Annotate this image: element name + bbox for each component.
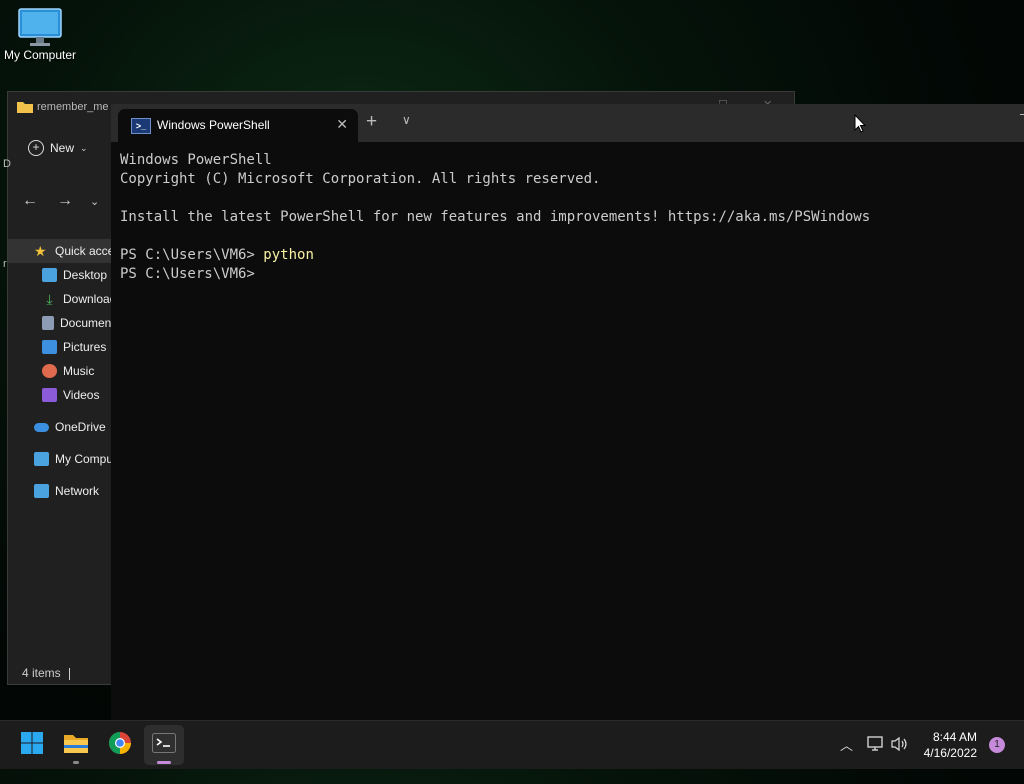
prompt: PS C:\Users\VM6> [120,247,264,263]
cloud-icon [34,422,49,432]
clock-time: 8:44 AM [932,730,977,744]
terminal-prompt-line: PS C:\Users\VM6> python [120,246,1016,265]
sidebar-item-label: OneDrive [55,420,106,434]
powershell-icon: >_ [131,118,151,134]
terminal-line: Windows PowerShell [120,152,272,168]
start-button[interactable] [12,725,52,765]
taskbar-clock[interactable]: 8:44 AM 4/16/2022 [924,729,977,761]
computer-icon [34,452,49,466]
command-text: python [263,247,314,263]
tab-windows-powershell[interactable]: >_ Windows PowerShell ✕ [118,109,358,142]
notification-badge[interactable]: 1 [989,737,1005,753]
forward-arrow-icon[interactable]: → [57,192,73,210]
sidebar-item-music[interactable]: Music [8,359,112,383]
sidebar-item-label: Downloads [63,292,112,306]
terminal-output[interactable]: Windows PowerShell Copyright (C) Microso… [120,151,1016,284]
pictures-icon [42,340,57,354]
volume-icon[interactable] [891,736,909,784]
terminal-line: Copyright (C) Microsoft Corporation. All… [120,171,601,187]
taskbar-chrome[interactable] [100,725,140,765]
back-arrow-icon[interactable]: ← [22,192,38,210]
download-icon: ⤓ [46,291,53,307]
sidebar-item-label: Desktop [63,268,108,282]
sidebar-item-network[interactable]: Network [8,479,112,503]
new-tab-plus-icon[interactable]: + [366,112,377,132]
folder-icon [17,100,33,113]
plus-icon: + [28,140,44,156]
network-icon [34,484,49,498]
new-button-label: New [50,141,75,155]
sidebar-item-label: Pictures [63,340,107,354]
sidebar-item-my-computer[interactable]: My Computer [8,447,112,471]
desktop-icon-my-computer[interactable]: My Computer [0,8,80,62]
chrome-icon [108,731,132,760]
running-indicator [73,761,79,764]
windows-terminal-window[interactable]: >_ Windows PowerShell ✕ + ∨ Windows Powe… [111,104,1024,720]
document-icon [42,316,54,330]
sidebar-item-label: Network [55,484,100,498]
sidebar-item-videos[interactable]: Videos [8,383,112,407]
mouse-cursor-icon [854,113,867,138]
tab-title: Windows PowerShell [157,118,270,132]
sidebar-item-label: Documents [60,316,112,330]
file-explorer-icon [63,732,89,759]
sidebar-item-label: Videos [63,388,100,402]
sidebar-item-label: My Computer [55,452,112,466]
item-count: 4 items [22,666,61,680]
sidebar-item-label: Music [63,364,95,378]
show-hidden-icons-chevron-icon[interactable]: ︿ [840,735,853,783]
desktop-folder-icon [42,268,57,282]
sidebar-item-label: Quick access [55,244,112,258]
chevron-down-icon[interactable]: ∨ [402,113,411,127]
recent-chevron-icon[interactable]: ⌄ [90,195,99,208]
truncated-text: D [3,158,11,170]
status-divider [68,667,70,680]
videos-icon [42,388,57,402]
terminal-prompt-line[interactable]: PS C:\Users\VM6> [120,265,1016,284]
sidebar-item-quick-access[interactable]: ★ Quick access [8,239,112,263]
active-indicator [157,761,171,764]
close-tab-icon[interactable]: ✕ [336,116,348,133]
explorer-nav: ← → ⌄ [8,188,118,218]
new-button[interactable]: + New ⌄ [28,140,88,156]
minimize-icon[interactable] [1020,114,1024,115]
computer-monitor-icon [18,8,62,46]
explorer-status-bar: 4 items [22,666,70,680]
explorer-title: remember_me [37,101,109,113]
prompt: PS C:\Users\VM6> [120,266,264,282]
clock-date: 4/16/2022 [923,746,977,760]
taskbar-terminal[interactable] [144,725,184,765]
sidebar-item-onedrive[interactable]: OneDrive [8,415,112,439]
network-status-icon[interactable] [867,736,885,784]
star-icon: ★ [34,243,47,259]
terminal-tab-bar[interactable]: >_ Windows PowerShell ✕ + ∨ [111,104,1024,142]
terminal-icon [152,732,176,758]
explorer-sidebar: ★ Quick access Desktop ⤓ Downloads Docum… [8,239,112,503]
music-icon [42,364,57,378]
terminal-line: Install the latest PowerShell for new fe… [120,209,871,225]
taskbar-file-explorer[interactable] [56,725,96,765]
sidebar-item-pictures[interactable]: Pictures [8,335,112,359]
sidebar-item-documents[interactable]: Documents [8,311,112,335]
desktop-icon-label: My Computer [3,48,77,62]
chevron-down-icon: ⌄ [80,142,88,153]
sidebar-item-desktop[interactable]: Desktop [8,263,112,287]
sidebar-item-downloads[interactable]: ⤓ Downloads [8,287,112,311]
truncated-text: r [3,258,7,270]
start-icon [20,731,44,760]
taskbar: ︿ 8:44 AM 4/16/2022 1 [0,720,1024,769]
